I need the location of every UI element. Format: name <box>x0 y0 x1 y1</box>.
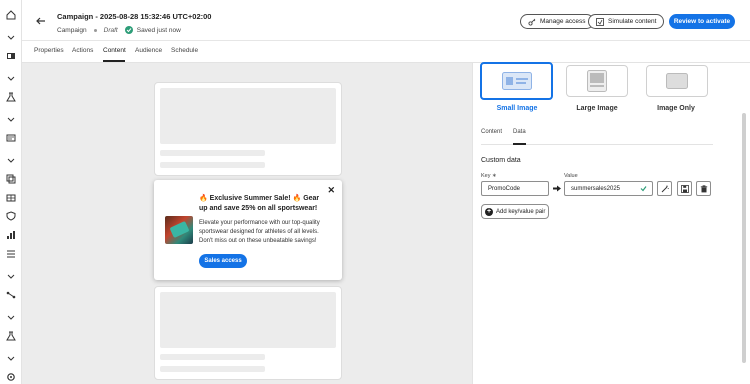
simulate-content-button[interactable]: Simulate content <box>588 14 665 29</box>
value-label: Value <box>564 173 578 179</box>
campaign-type: Campaign <box>57 26 87 34</box>
properties-panel: Small Image Large Image Image Only Conte… <box>472 62 740 384</box>
product-image <box>165 216 193 244</box>
sales-access-button[interactable]: Sales access <box>199 254 247 268</box>
panel-subtabs: Content Data <box>481 129 713 145</box>
layout-image-only-label[interactable]: Image Only <box>640 105 712 112</box>
home-icon[interactable] <box>5 9 16 20</box>
placeholder-line <box>160 354 265 360</box>
in-app-message-preview: ✕ 🔥 Exclusive Summer Sale! 🔥 Gear up and… <box>154 180 342 280</box>
personalization-button[interactable] <box>657 181 672 196</box>
placeholder-block <box>160 88 336 144</box>
chevron-down-icon[interactable] <box>5 72 16 83</box>
preview-icon <box>596 17 604 26</box>
subtab-data[interactable]: Data <box>513 129 526 135</box>
shield-icon[interactable] <box>5 210 16 221</box>
message-title: 🔥 Exclusive Summer Sale! 🔥 Gear up and s… <box>199 195 320 212</box>
saved-status: Saved just now <box>136 26 181 34</box>
tab-bar: Properties Actions Content Audience Sche… <box>22 41 750 63</box>
status-badge: Draft <box>103 26 118 34</box>
back-arrow-icon[interactable] <box>36 16 46 26</box>
chevron-down-icon[interactable] <box>5 154 16 165</box>
custom-data-title: Custom data <box>481 157 521 164</box>
layout-small-image[interactable] <box>480 62 553 100</box>
chevron-down-icon[interactable] <box>5 352 16 363</box>
tab-schedule[interactable]: Schedule <box>171 47 198 54</box>
add-key-value-pair-button[interactable]: + Add key/value pair <box>481 204 549 219</box>
small-image-layout-icon <box>501 72 532 90</box>
tab-properties[interactable]: Properties <box>34 47 64 54</box>
key-field[interactable]: PromoCode <box>481 181 549 196</box>
placeholder-line <box>160 366 265 372</box>
key-icon <box>528 18 536 26</box>
image-only-layout-icon <box>666 73 688 89</box>
checkmark-icon <box>124 26 133 34</box>
placeholder-block <box>160 292 336 348</box>
header: Campaign - 2025-08-28 15:32:46 UTC+02:00… <box>22 0 750 41</box>
placeholder-card <box>154 82 342 176</box>
simulate-content-label: Simulate content <box>608 18 657 25</box>
left-rail <box>0 0 22 384</box>
trash-icon <box>700 184 707 192</box>
status-dot-icon <box>93 28 97 32</box>
layout-image-only[interactable] <box>646 65 708 97</box>
campaign-icon[interactable] <box>5 50 16 61</box>
message-body: Elevate your performance with our top-qu… <box>199 220 320 244</box>
chevron-down-icon[interactable] <box>5 31 16 42</box>
copy-icon[interactable] <box>5 173 16 184</box>
layout-large-image[interactable] <box>566 65 628 97</box>
flask-icon[interactable] <box>5 91 16 102</box>
review-to-activate-button[interactable]: Review to activate <box>669 14 735 29</box>
tab-actions[interactable]: Actions <box>72 47 93 54</box>
campaign-meta: Campaign Draft Saved just now <box>57 26 181 34</box>
panel-scrollbar[interactable] <box>740 63 750 384</box>
settings-icon[interactable] <box>5 371 16 382</box>
placeholder-card <box>154 286 342 380</box>
value-field-value: summersales2025 <box>571 185 621 192</box>
add-circle-icon: + <box>485 207 493 216</box>
tab-audience[interactable]: Audience <box>135 47 162 54</box>
manage-access-label: Manage access <box>540 18 586 25</box>
preview-canvas: ✕ 🔥 Exclusive Summer Sale! 🔥 Gear up and… <box>22 63 472 384</box>
delete-pair-button[interactable] <box>696 181 711 196</box>
key-field-value: PromoCode <box>488 185 521 192</box>
large-image-layout-icon <box>587 70 607 92</box>
save-pair-button[interactable] <box>677 181 692 196</box>
table-icon[interactable] <box>5 192 16 203</box>
manage-access-button[interactable]: Manage access <box>520 14 594 29</box>
magic-wand-icon <box>661 185 669 192</box>
layout-small-image-label[interactable]: Small Image <box>481 105 553 112</box>
key-label: Key ∗ <box>481 173 497 179</box>
flask-icon[interactable] <box>5 330 16 341</box>
value-field[interactable]: summersales2025 <box>564 181 653 196</box>
active-tab-indicator <box>103 60 125 62</box>
placeholder-line <box>160 150 265 156</box>
arrow-right-icon <box>553 185 561 192</box>
chevron-down-icon[interactable] <box>5 113 16 124</box>
tab-content[interactable]: Content <box>103 47 126 54</box>
list-icon[interactable] <box>5 248 16 259</box>
add-key-value-pair-label: Add key/value pair <box>496 208 546 215</box>
subtab-content[interactable]: Content <box>481 129 502 135</box>
chevron-down-icon[interactable] <box>5 270 16 281</box>
layout-large-image-label[interactable]: Large Image <box>561 105 633 112</box>
valid-checkmark-icon <box>640 186 647 192</box>
save-icon <box>680 184 689 193</box>
chevron-down-icon[interactable] <box>5 311 16 322</box>
placeholder-line <box>160 162 265 168</box>
scrollbar-thumb[interactable] <box>742 113 746 363</box>
message-icon[interactable] <box>5 132 16 143</box>
page-title: Campaign - 2025-08-28 15:32:46 UTC+02:00 <box>57 12 212 21</box>
journey-icon[interactable] <box>5 289 16 300</box>
active-subtab-indicator <box>513 143 526 145</box>
chart-icon[interactable] <box>5 229 16 240</box>
